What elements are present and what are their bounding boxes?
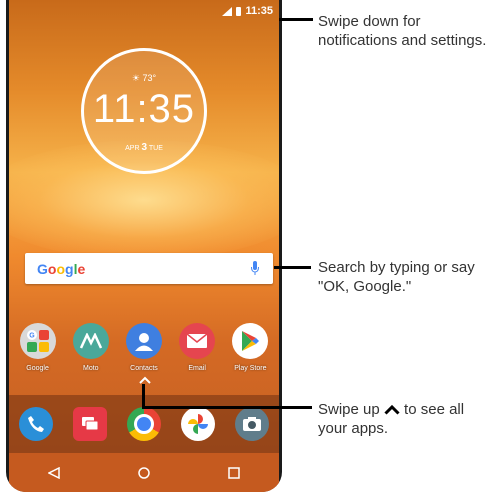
play-store-icon xyxy=(232,323,269,359)
google-logo: Google xyxy=(37,261,85,277)
svg-text:G: G xyxy=(29,333,35,340)
app-label: Play Store xyxy=(234,365,267,372)
photos-icon[interactable] xyxy=(181,407,215,441)
battery-icon xyxy=(236,6,242,16)
navigation-bar xyxy=(9,453,279,492)
callout-search: Search by typing or say "OK, Google." xyxy=(318,259,475,295)
callout-notifications: Swipe down for notifications and setting… xyxy=(318,13,487,49)
back-icon[interactable] xyxy=(48,466,60,479)
app-moto[interactable]: Moto xyxy=(65,323,117,372)
recents-icon[interactable] xyxy=(228,466,240,479)
moto-icon xyxy=(72,323,109,359)
app-label: Contacts xyxy=(130,365,158,372)
app-label: Google xyxy=(26,365,49,372)
google-folder-icon: G xyxy=(19,323,56,359)
app-contacts[interactable]: Contacts xyxy=(118,323,170,372)
app-play-store[interactable]: Play Store xyxy=(224,323,276,372)
chrome-icon[interactable] xyxy=(127,407,161,441)
app-email[interactable]: Email xyxy=(171,323,223,372)
weather-readout: ☀ 73° xyxy=(84,73,204,84)
phone-frame: 11:35 ☀ 73° 11:35 APR 3 TUE Google G Goo… xyxy=(6,0,282,492)
clock-time: 11:35 xyxy=(92,87,196,131)
app-row: G Google Moto Contacts Email Play Store xyxy=(9,323,279,372)
app-google[interactable]: G Google xyxy=(12,323,64,372)
messages-icon[interactable] xyxy=(73,407,107,441)
clock-month: APR xyxy=(125,145,140,152)
callout-line-swipe-horizontal xyxy=(142,406,312,409)
google-logo-letter: e xyxy=(77,261,86,277)
sun-icon: ☀ xyxy=(131,73,140,83)
signal-icon xyxy=(222,6,233,16)
google-logo-letter: G xyxy=(37,261,48,277)
callout-line-search xyxy=(274,266,311,269)
clock-date: APR 3 TUE xyxy=(84,142,204,153)
status-bar[interactable]: 11:35 xyxy=(9,0,279,20)
microphone-icon[interactable] xyxy=(251,261,259,275)
home-screen: 11:35 ☀ 73° 11:35 APR 3 TUE Google G Goo… xyxy=(9,0,279,492)
callout-line-notifications xyxy=(279,18,313,21)
status-time: 11:35 xyxy=(245,5,273,17)
phone-icon[interactable] xyxy=(19,407,53,441)
clock-weekday: TUE xyxy=(148,145,163,152)
clock-widget[interactable]: ☀ 73° 11:35 APR 3 TUE xyxy=(81,48,207,174)
home-icon[interactable] xyxy=(138,466,150,479)
contacts-icon xyxy=(125,323,162,359)
google-logo-letter: g xyxy=(65,261,74,277)
callout-swipe-up: Swipe up to see all your apps. xyxy=(318,400,494,438)
email-icon xyxy=(179,323,216,359)
google-logo-letter: o xyxy=(56,261,66,277)
app-label: Email xyxy=(188,365,206,372)
app-drawer-chevron-icon[interactable] xyxy=(139,376,151,384)
clock-day: 3 xyxy=(141,142,148,153)
app-label: Moto xyxy=(83,365,99,372)
google-search-bar[interactable]: Google xyxy=(25,253,273,284)
callout-swipe-up-prefix: Swipe up xyxy=(318,401,380,418)
temperature: 73° xyxy=(142,73,157,83)
camera-icon[interactable] xyxy=(235,407,269,441)
chevron-up-icon xyxy=(384,404,400,415)
